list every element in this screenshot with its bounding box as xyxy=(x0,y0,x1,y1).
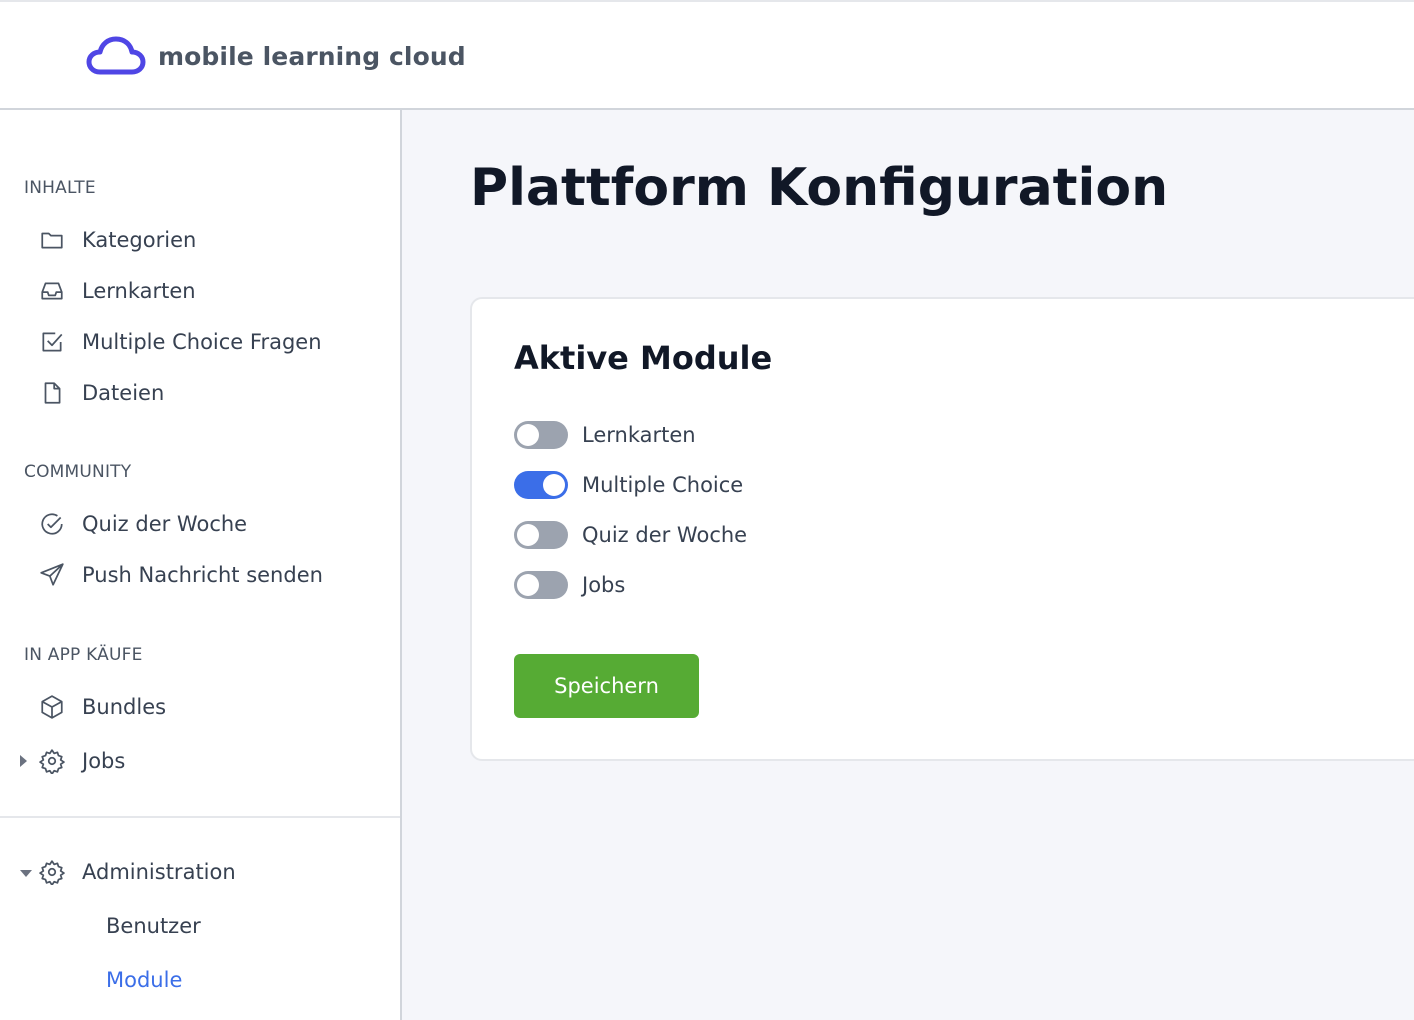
toggle-label: Multiple Choice xyxy=(582,473,744,497)
save-button[interactable]: Speichern xyxy=(514,654,699,718)
toggle-label: Jobs xyxy=(582,573,626,597)
sidebar-item-label: Multiple Choice Fragen xyxy=(82,330,322,354)
top-bar: mobile learning cloud xyxy=(0,0,1414,110)
sidebar-item-dateien[interactable]: Dateien xyxy=(24,373,384,413)
sidebar: INHALTE Kategorien Lernkarten Multiple C… xyxy=(0,110,402,1020)
sidebar-item-quiz-der-woche[interactable]: Quiz der Woche xyxy=(24,504,384,544)
sidebar-item-label: Administration xyxy=(82,860,236,884)
sidebar-item-label: Jobs xyxy=(82,749,126,773)
sidebar-item-label: Dateien xyxy=(82,381,165,405)
sidebar-item-push-nachricht[interactable]: Push Nachricht senden xyxy=(24,555,384,595)
sidebar-item-label: Quiz der Woche xyxy=(82,512,248,536)
sidebar-item-bundles[interactable]: Bundles xyxy=(24,687,384,727)
toggle-knob xyxy=(517,574,539,596)
sidebar-item-administration[interactable]: Administration xyxy=(24,852,384,892)
sidebar-subitem-benutzer[interactable]: Benutzer xyxy=(106,914,201,938)
toggle-knob xyxy=(517,424,539,446)
sidebar-item-label: Bundles xyxy=(82,695,167,719)
toggle-jobs[interactable] xyxy=(514,571,568,599)
toggle-label: Quiz der Woche xyxy=(582,523,748,547)
toggle-row-multiple-choice[interactable]: Multiple Choice xyxy=(514,471,743,499)
toggle-row-quiz-der-woche[interactable]: Quiz der Woche xyxy=(514,521,747,549)
inbox-icon xyxy=(38,277,66,305)
toggle-knob xyxy=(517,524,539,546)
brand[interactable]: mobile learning cloud xyxy=(86,36,466,76)
section-title-in-app-kaeufe: IN APP KÄUFE xyxy=(24,645,143,665)
sidebar-item-jobs[interactable]: Jobs xyxy=(24,741,384,781)
sidebar-item-kategorien[interactable]: Kategorien xyxy=(24,220,384,260)
sidebar-subitem-module[interactable]: Module xyxy=(106,968,182,992)
section-title-inhalte: INHALTE xyxy=(24,178,96,198)
sidebar-item-label: Kategorien xyxy=(82,228,197,252)
page-title: Plattform Konfiguration xyxy=(470,158,1169,218)
cloud-logo-icon xyxy=(86,36,146,75)
sidebar-item-label: Lernkarten xyxy=(82,279,196,303)
sidebar-item-label: Push Nachricht senden xyxy=(82,563,323,587)
brand-name: mobile learning cloud xyxy=(158,41,466,71)
sidebar-item-lernkarten[interactable]: Lernkarten xyxy=(24,271,384,311)
checkbox-icon xyxy=(38,328,66,356)
folder-icon xyxy=(38,226,66,254)
main-content: Plattform Konfiguration Aktive Module Le… xyxy=(402,110,1414,1020)
section-title-community: COMMUNITY xyxy=(24,462,132,482)
toggle-label: Lernkarten xyxy=(582,423,696,447)
toggle-multiple-choice[interactable] xyxy=(514,471,568,499)
send-icon xyxy=(38,561,66,589)
toggle-row-jobs[interactable]: Jobs xyxy=(514,571,625,599)
check-circle-icon xyxy=(38,510,66,538)
toggle-knob xyxy=(543,474,565,496)
sidebar-item-multiple-choice-fragen[interactable]: Multiple Choice Fragen xyxy=(24,322,384,362)
card-title: Aktive Module xyxy=(514,339,773,377)
sidebar-divider xyxy=(0,816,400,818)
cube-icon xyxy=(38,693,66,721)
active-modules-card: Aktive Module Lernkarten Multiple Choice… xyxy=(470,297,1414,761)
toggle-lernkarten[interactable] xyxy=(514,421,568,449)
toggle-row-lernkarten[interactable]: Lernkarten xyxy=(514,421,696,449)
gear-icon xyxy=(38,858,66,886)
file-icon xyxy=(38,379,66,407)
toggle-quiz-der-woche[interactable] xyxy=(514,521,568,549)
gear-icon xyxy=(38,747,66,775)
